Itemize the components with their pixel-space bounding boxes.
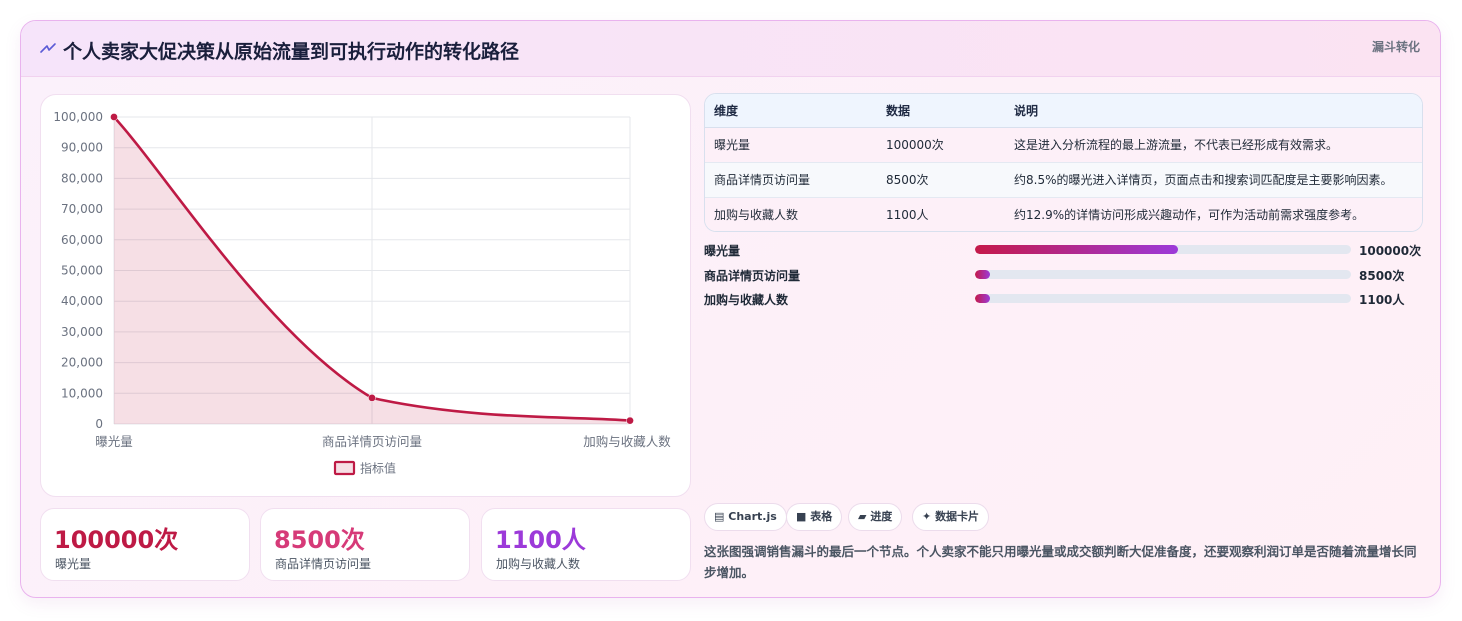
table-header-row: 维度 数据 说明 — [705, 94, 1422, 128]
chip-label: 表格 — [810, 510, 833, 523]
table-cell: 这是进入分析流程的最上游流量，不代表已经形成有效需求。 — [1005, 127, 1422, 163]
summary-note: 这张图强调销售漏斗的最后一个节点。个人卖家不能只用曝光量或成交额判断大促准备度，… — [704, 544, 1417, 580]
y-tick-label: 70,000 — [61, 202, 103, 216]
table-cell: 1100人 — [877, 197, 1005, 231]
table-icon: ■ — [796, 510, 807, 523]
table-cell: 曝光量 — [705, 127, 877, 163]
progress-label: 加购与收藏人数 — [704, 293, 789, 307]
kpi-label: 加购与收藏人数 — [496, 557, 581, 571]
funnel-tag: 漏斗转化 — [1371, 40, 1420, 54]
table-cell: 约8.5%的曝光进入详情页，页面点击和搜索词匹配度是主要影响因素。 — [1005, 162, 1422, 198]
data-table: 维度 数据 说明 曝光量 100000次 这是进入分析流程的最上游流量，不代表已… — [704, 93, 1423, 232]
chip-table: ■ 表格 — [786, 503, 843, 531]
progress-label: 商品详情页访问量 — [704, 268, 801, 283]
funnel-card: 个人卖家大促决策从原始流量到可执行动作的转化路径 漏斗转化 0 10,000 20,… — [20, 20, 1441, 598]
kpi-value: 100000次 — [54, 526, 179, 554]
progress-fill — [975, 269, 991, 279]
data-point — [626, 416, 634, 425]
chip-chartjs: ▤ Chart.js — [704, 503, 787, 531]
progress-value: 8500次 — [1359, 268, 1405, 283]
y-tick-label: 0 — [95, 417, 103, 431]
kpi-card-detail-visits: 8500次 商品详情页访问量 — [260, 508, 470, 581]
progress-row: 加购与收藏人数 1100人 — [704, 291, 1423, 316]
progress-fill — [975, 245, 1179, 254]
y-tick-label: 80,000 — [61, 171, 103, 185]
chart-icon: ▤ — [714, 510, 725, 523]
progress-icon: ▰ — [858, 510, 867, 523]
table-row: 商品详情页访问量 8500次 约8.5%的曝光进入详情页，页面点击和搜索词匹配度… — [705, 162, 1422, 198]
data-point — [110, 113, 118, 121]
table-row: 曝光量 100000次 这是进入分析流程的最上游流量，不代表已经形成有效需求。 — [705, 127, 1422, 163]
line-chart: 0 10,000 20,000 30,000 40,000 50,000 60,000 70,… — [53, 110, 671, 476]
kpi-value: 1100人 — [495, 526, 586, 554]
progress-track — [975, 245, 1351, 254]
kpi-value: 8500次 — [274, 526, 365, 554]
zigzag-icon — [40, 43, 56, 53]
progress-label: 曝光量 — [704, 244, 741, 258]
kpi-card-cart-favorites: 1100人 加购与收藏人数 — [481, 508, 691, 581]
chip-label: 数据卡片 — [935, 510, 980, 523]
chart-panel: 0 10,000 20,000 30,000 40,000 50,000 60,000 70,… — [40, 94, 691, 497]
chip-progress: ▰ 进度 — [848, 503, 903, 531]
progress-value: 100000次 — [1359, 244, 1422, 258]
column-header: 说明 — [1005, 94, 1422, 128]
kpi-label: 曝光量 — [55, 557, 92, 571]
y-tick-label: 20,000 — [61, 356, 103, 370]
progress-track — [975, 269, 1351, 279]
kpi-card-exposure: 100000次 曝光量 — [40, 508, 250, 581]
x-tick-label: 商品详情页访问量 — [322, 434, 422, 449]
table-cell: 8500次 — [877, 162, 1005, 198]
table-cell: 约12.9%的详情访问形成兴趣动作，可作为活动前需求强度参考。 — [1005, 197, 1422, 231]
progress-track — [975, 294, 1351, 303]
chip-label: 进度 — [870, 510, 893, 523]
y-tick-label: 100,000 — [53, 110, 103, 124]
column-header: 维度 — [705, 94, 877, 128]
x-tick-label: 加购与收藏人数 — [583, 434, 671, 449]
y-tick-label: 30,000 — [61, 325, 103, 339]
chip-label: Chart.js — [728, 510, 777, 523]
table-cell: 商品详情页访问量 — [705, 162, 877, 198]
kpi-label: 商品详情页访问量 — [275, 557, 372, 571]
x-tick-label: 曝光量 — [95, 434, 133, 449]
page-title: 个人卖家大促决策从原始流量到可执行动作的转化路径 — [63, 41, 520, 63]
progress-row: 曝光量 100000次 — [704, 242, 1423, 267]
legend-swatch — [333, 460, 356, 476]
table-cell: 加购与收藏人数 — [705, 197, 877, 231]
y-tick-label: 10,000 — [61, 386, 103, 400]
legend-label: 指标值 — [360, 461, 396, 476]
sparkle-icon: ✦ — [922, 510, 932, 523]
card-header: 个人卖家大促决策从原始流量到可执行动作的转化路径 漏斗转化 — [21, 21, 1440, 77]
progress-row: 商品详情页访问量 8500次 — [704, 267, 1423, 292]
column-header: 数据 — [877, 94, 1005, 128]
y-tick-label: 60,000 — [61, 233, 103, 247]
data-point — [368, 394, 376, 402]
table-row: 加购与收藏人数 1100人 约12.9%的详情访问形成兴趣动作，可作为活动前需求… — [705, 197, 1422, 231]
y-tick-label: 90,000 — [61, 141, 103, 155]
table-cell: 100000次 — [877, 127, 1005, 163]
progress-value: 1100人 — [1359, 293, 1405, 307]
y-tick-label: 40,000 — [61, 294, 103, 308]
progress-fill — [975, 294, 991, 303]
chip-data-cards: ✦ 数据卡片 — [912, 503, 990, 531]
progress-list: 曝光量 100000次 商品详情页访问量 8500次 加购与收藏人数 1100人 — [704, 242, 1423, 316]
y-tick-label: 50,000 — [61, 264, 103, 278]
